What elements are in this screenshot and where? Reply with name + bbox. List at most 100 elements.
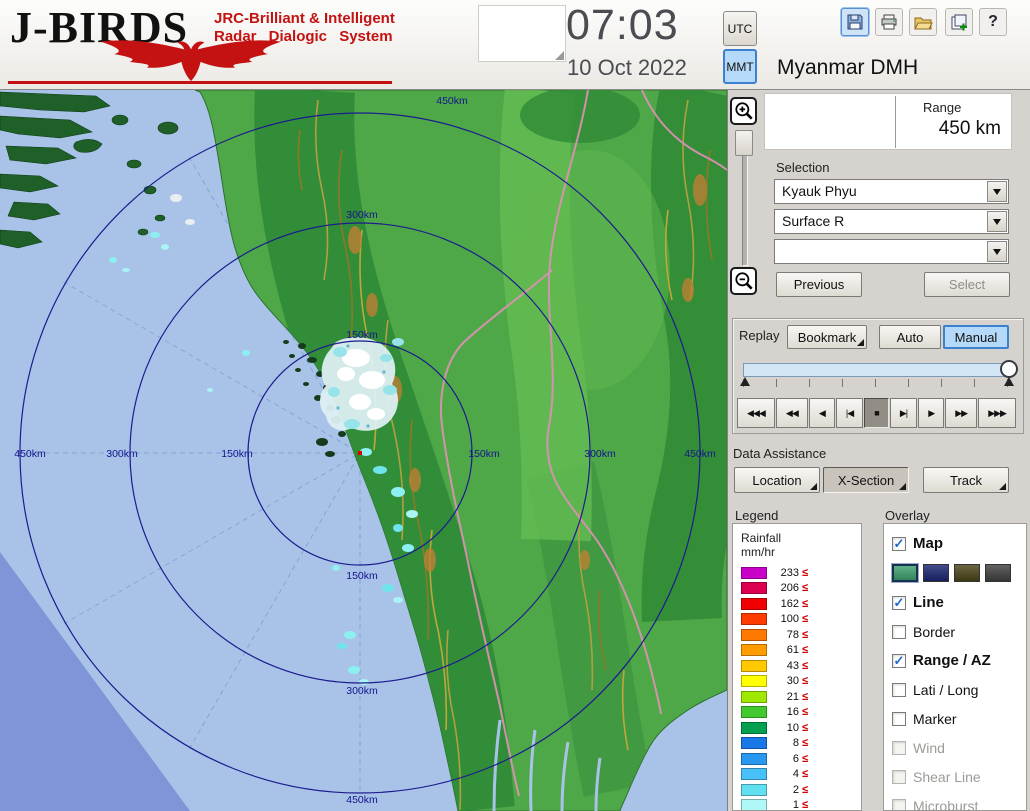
legend-row: 30≤ bbox=[733, 674, 861, 690]
overlay-item-map[interactable]: ✓ Map bbox=[884, 529, 1026, 558]
legend-row: 233≤ bbox=[733, 565, 861, 581]
help-button[interactable]: ? bbox=[979, 8, 1007, 36]
bookmark-button[interactable]: Bookmark bbox=[787, 325, 867, 349]
previous-button[interactable]: Previous bbox=[776, 272, 862, 297]
legend-row: 2≤ bbox=[733, 782, 861, 798]
zoom-out-button[interactable] bbox=[730, 267, 757, 295]
legend-value: 10 bbox=[773, 722, 799, 734]
ring-label: 150km bbox=[221, 448, 253, 460]
overlay-item-label: Shear Line bbox=[913, 769, 981, 785]
mmt-button[interactable]: MMT bbox=[723, 49, 757, 84]
unchecked-checkbox[interactable] bbox=[892, 712, 906, 726]
legend-value: 30 bbox=[773, 675, 799, 687]
print-button[interactable] bbox=[875, 8, 903, 36]
legend-label: Legend bbox=[735, 508, 778, 523]
x-section-button[interactable]: X-Section bbox=[823, 467, 909, 493]
ring-label: 300km bbox=[346, 685, 378, 697]
legend-le-symbol: ≤ bbox=[802, 644, 808, 656]
clock-time: 07:03 bbox=[566, 1, 679, 50]
overlay-items: ✓ Map ✓LineBorder✓Range / AZ Lati / Long Mar… bbox=[884, 529, 1026, 811]
map-style-swatch-2[interactable] bbox=[954, 564, 980, 582]
product-dropdown[interactable]: Surface R bbox=[774, 209, 1009, 234]
station-logo-box bbox=[478, 5, 566, 62]
overlay-item-label: Lati / Long bbox=[913, 682, 978, 698]
data-assistance-label: Data Assistance bbox=[733, 446, 826, 461]
chevron-down-icon[interactable] bbox=[987, 181, 1007, 202]
clock-date: 10 Oct 2022 bbox=[567, 55, 687, 81]
legend-color-swatch bbox=[741, 753, 767, 765]
radar-map[interactable]: 450km 300km 150km 150km 300km 450km 450k… bbox=[0, 90, 727, 811]
chevron-down-icon[interactable] bbox=[987, 241, 1007, 262]
radar-site-marker bbox=[358, 451, 362, 455]
map-style-swatch-3[interactable] bbox=[985, 564, 1011, 582]
replay-control-0[interactable]: ◀◀◀ bbox=[737, 398, 775, 428]
replay-timeline-handle[interactable] bbox=[1000, 360, 1018, 378]
overlay-item-lati-long[interactable]: Lati / Long bbox=[884, 675, 1026, 704]
help-icon: ? bbox=[988, 13, 998, 31]
replay-control-3[interactable]: |◀ bbox=[836, 398, 863, 428]
overlay-item-label: Map bbox=[913, 535, 943, 552]
legend-row: 43≤ bbox=[733, 658, 861, 674]
map-style-swatch-1[interactable] bbox=[923, 564, 949, 582]
replay-control-5[interactable]: ▶| bbox=[890, 398, 917, 428]
checked-checkbox[interactable]: ✓ bbox=[892, 596, 906, 610]
option-dropdown[interactable] bbox=[774, 239, 1009, 264]
legend-color-swatch bbox=[741, 675, 767, 687]
site-dropdown[interactable]: Kyauk Phyu bbox=[774, 179, 1009, 204]
overlay-item-range-az[interactable]: ✓Range / AZ bbox=[884, 646, 1026, 675]
open-folder-button[interactable] bbox=[909, 8, 937, 36]
overlay-item-border[interactable]: Border bbox=[884, 617, 1026, 646]
zoom-slider-handle[interactable] bbox=[735, 130, 753, 156]
replay-control-2[interactable]: ◀ bbox=[809, 398, 835, 428]
replay-control-7[interactable]: ▶▶ bbox=[945, 398, 977, 428]
ring-label: 450km bbox=[684, 448, 716, 460]
ring-label: 450km bbox=[436, 95, 468, 107]
eagle-icon bbox=[86, 34, 296, 82]
replay-control-4[interactable]: ■ bbox=[864, 398, 889, 428]
overlay-item-marker[interactable]: Marker bbox=[884, 704, 1026, 733]
replay-control-1[interactable]: ◀◀ bbox=[776, 398, 808, 428]
legend-value: 100 bbox=[773, 613, 799, 625]
track-button[interactable]: Track bbox=[923, 467, 1009, 493]
map-style-swatch-0[interactable] bbox=[892, 564, 918, 582]
auto-button[interactable]: Auto bbox=[879, 325, 941, 349]
replay-timeline-track[interactable] bbox=[743, 363, 1011, 377]
ring-label: 300km bbox=[584, 448, 616, 460]
legend-value: 162 bbox=[773, 598, 799, 610]
replay-control-8[interactable]: ▶▶▶ bbox=[978, 398, 1016, 428]
select-button[interactable]: Select bbox=[924, 272, 1010, 297]
legend-value: 1 bbox=[773, 799, 799, 811]
legend-color-swatch bbox=[741, 768, 767, 780]
radar-map-svg[interactable]: 450km 300km 150km 150km 300km 450km 450k… bbox=[0, 90, 727, 811]
zoom-in-button[interactable] bbox=[730, 97, 757, 125]
legend-color-swatch bbox=[741, 722, 767, 734]
replay-control-6[interactable]: ▶ bbox=[918, 398, 944, 428]
logo-tagline-1: JRC-Brilliant & Intelligent bbox=[214, 10, 395, 28]
site-dropdown-value: Kyauk Phyu bbox=[782, 183, 857, 199]
legend-color-swatch bbox=[741, 737, 767, 749]
checked-checkbox[interactable]: ✓ bbox=[892, 537, 906, 551]
legend-row: 10≤ bbox=[733, 720, 861, 736]
legend-row: 206≤ bbox=[733, 581, 861, 597]
unchecked-checkbox[interactable] bbox=[892, 625, 906, 639]
product-dropdown-value: Surface R bbox=[782, 213, 844, 229]
legend-le-symbol: ≤ bbox=[802, 567, 808, 579]
zoom-out-icon bbox=[733, 270, 755, 292]
location-button[interactable]: Location bbox=[734, 467, 820, 493]
legend-color-swatch bbox=[741, 629, 767, 641]
unchecked-checkbox[interactable] bbox=[892, 683, 906, 697]
utc-button[interactable]: UTC bbox=[723, 11, 757, 46]
checked-checkbox[interactable]: ✓ bbox=[892, 654, 906, 668]
legend-row: 21≤ bbox=[733, 689, 861, 705]
chevron-down-icon[interactable] bbox=[987, 211, 1007, 232]
legend-le-symbol: ≤ bbox=[802, 691, 808, 703]
unchecked-checkbox bbox=[892, 741, 906, 755]
legend-le-symbol: ≤ bbox=[802, 768, 808, 780]
overlay-item-line[interactable]: ✓Line bbox=[884, 588, 1026, 617]
save-button[interactable] bbox=[841, 8, 869, 36]
legend-row: 100≤ bbox=[733, 612, 861, 628]
manual-button[interactable]: Manual bbox=[943, 325, 1009, 349]
legend-value: 6 bbox=[773, 753, 799, 765]
new-window-button[interactable] bbox=[945, 8, 973, 36]
legend-le-symbol: ≤ bbox=[802, 660, 808, 672]
